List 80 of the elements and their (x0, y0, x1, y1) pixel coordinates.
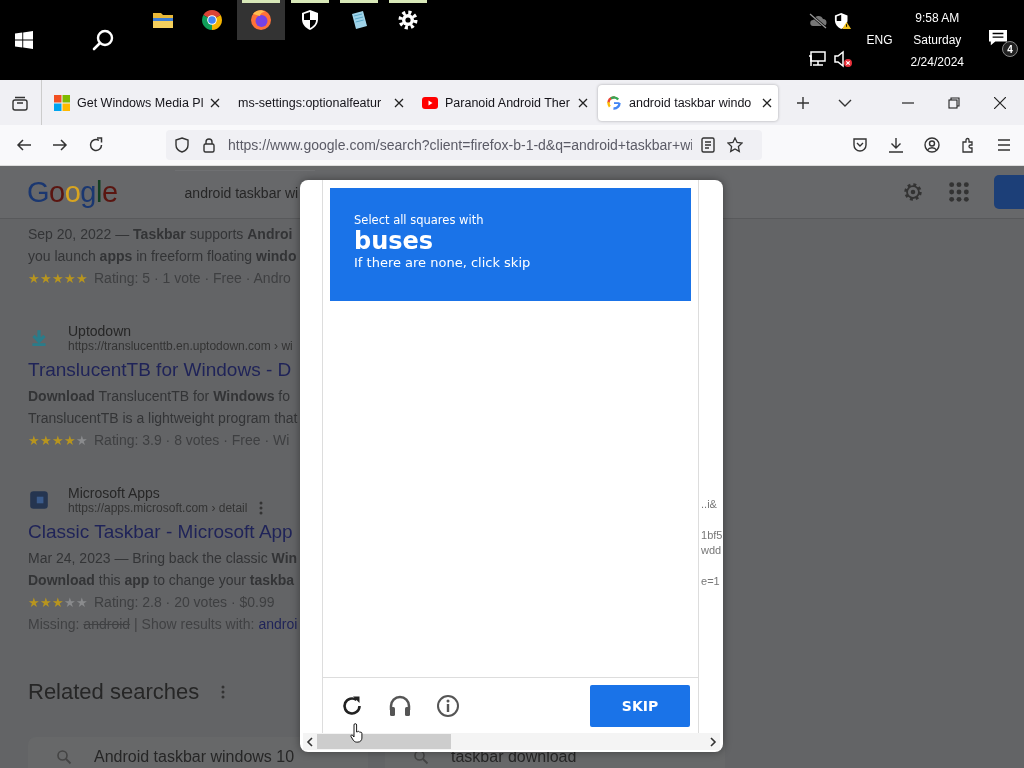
close-tab-icon[interactable] (762, 97, 772, 108)
url-fragment: e=1 (701, 575, 721, 588)
clock-date[interactable]: 2/24/2024 (910, 55, 964, 69)
scroll-right-icon[interactable] (709, 736, 717, 747)
star-icon: ★ (64, 594, 76, 610)
browser-tab[interactable]: android taskbar windo (598, 84, 778, 121)
browser-logo-icon (249, 8, 273, 32)
url-fragment: 1bf5 (701, 529, 723, 542)
shield-icon[interactable] (174, 137, 190, 153)
shield-warning-icon[interactable] (832, 12, 853, 30)
forward-icon[interactable] (52, 137, 68, 153)
network-icon[interactable] (807, 50, 828, 68)
clock-time[interactable]: 9:58 AM (915, 11, 960, 25)
horizontal-scrollbar[interactable] (303, 733, 720, 750)
star-icon: ★ (28, 594, 40, 610)
taskbar-app[interactable] (237, 0, 285, 40)
back-icon[interactable] (16, 137, 32, 153)
menu-icon[interactable] (996, 137, 1012, 153)
star-icon: ★ (28, 270, 40, 286)
star-icon: ★ (40, 594, 52, 610)
url-fragment: wdd (701, 544, 723, 557)
star-icon: ★ (64, 432, 76, 448)
browser-tab[interactable]: Get Windows Media Pl (46, 84, 226, 121)
search-icon (56, 749, 72, 765)
round-logo-icon (200, 8, 224, 32)
cloud-off-icon[interactable] (807, 12, 828, 30)
extensions-icon[interactable] (960, 137, 976, 153)
close-tab-icon[interactable] (394, 97, 404, 108)
close-icon[interactable] (994, 96, 1006, 109)
notification-icon[interactable] (988, 29, 1008, 47)
reload-icon[interactable] (88, 137, 104, 153)
notification-count: 4 (1002, 41, 1018, 57)
star-icon: ★ (76, 432, 88, 448)
star-icon: ★ (52, 270, 64, 286)
scroll-left-icon[interactable] (306, 736, 314, 747)
star-icon: ★ (52, 432, 64, 448)
hand-cursor-icon (350, 723, 364, 743)
download-icon[interactable] (888, 137, 904, 153)
challenge-target: buses (354, 227, 435, 255)
star-icon: ★ (52, 594, 64, 610)
info-icon[interactable] (436, 693, 460, 718)
star-icon: ★ (64, 270, 76, 286)
gear-icon (396, 8, 420, 32)
headphones-icon[interactable] (388, 693, 412, 718)
section-heading: Related searches (28, 679, 200, 705)
star-icon: ★ (76, 594, 88, 610)
star-icon: ★ (28, 432, 40, 448)
restore-icon[interactable] (948, 96, 960, 109)
pocket-icon[interactable] (852, 137, 868, 153)
site-name: Microsoft Apps (68, 485, 161, 501)
g-logo-icon (606, 94, 622, 111)
browser-tab[interactable]: Paranoid Android Ther (414, 84, 594, 121)
clock-day[interactable]: Saturday (913, 33, 962, 47)
search-icon (413, 749, 429, 765)
url-text: https://www.google.com/search?client=firefox-b-1-d&q=android+taskbar+wi (228, 137, 692, 153)
site-name: Uptodown (68, 323, 133, 339)
star-icon: ★ (76, 270, 88, 286)
challenge-hint: If there are none, click skip (354, 255, 532, 270)
language-indicator[interactable]: ENG (866, 33, 893, 47)
bookmark-star-icon[interactable] (727, 137, 743, 153)
skip-button[interactable]: SKIP (590, 684, 691, 727)
new-tab-icon[interactable] (796, 95, 810, 110)
browser-tab[interactable]: ms-settings:optionalfeatur (230, 84, 410, 121)
account-icon[interactable] (924, 137, 940, 153)
lock-icon[interactable] (201, 137, 217, 153)
play-logo-icon (422, 94, 438, 111)
address-bar[interactable]: https://www.google.com/search?client=firefox-b-1-d&q=android+taskbar+wi (166, 130, 762, 160)
star-icon: ★ (40, 270, 52, 286)
close-tab-icon[interactable] (210, 97, 220, 108)
start-icon[interactable] (15, 31, 33, 49)
star-icon: ★ (40, 432, 52, 448)
close-tab-icon[interactable] (578, 97, 588, 108)
reader-view-icon[interactable] (700, 137, 716, 153)
muted-speaker-icon[interactable] (832, 50, 853, 68)
scrollbar-thumb[interactable] (317, 734, 451, 749)
challenge-prompt: Select all squares with (354, 213, 485, 227)
url-fragment: ..i& (701, 498, 718, 511)
windows-logo-icon (54, 94, 70, 111)
app-store-icon (28, 489, 50, 511)
search-icon[interactable] (91, 28, 115, 52)
